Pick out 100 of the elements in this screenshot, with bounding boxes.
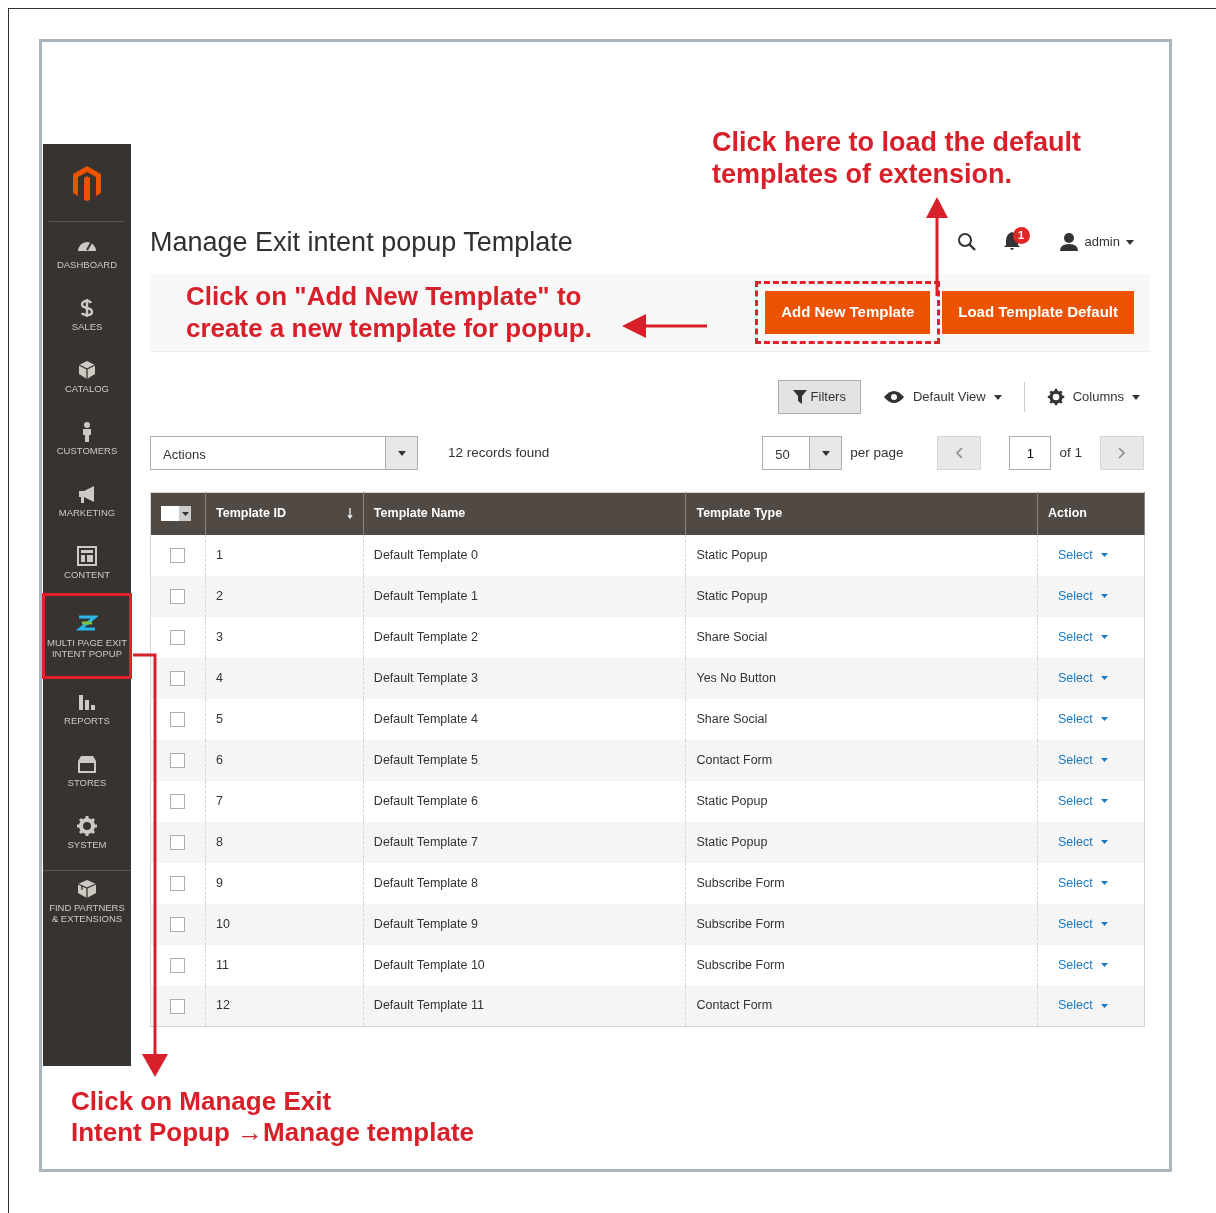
table-cell: Default Template 3 — [363, 657, 686, 699]
caret-icon — [181, 511, 189, 516]
sortable-column-header[interactable]: Template ID — [205, 492, 364, 535]
caret-icon — [1100, 717, 1108, 721]
table-cell: 5 — [205, 698, 364, 740]
row-checkbox[interactable] — [170, 875, 186, 891]
user-menu[interactable]: admin — [1058, 232, 1134, 252]
caret-icon — [1100, 840, 1108, 844]
row-checkbox[interactable] — [170, 629, 186, 645]
select-action-link[interactable]: Select — [1058, 627, 1108, 647]
row-checkbox[interactable] — [170, 752, 186, 768]
next-page-button[interactable] — [1100, 436, 1144, 470]
column-header[interactable]: Action — [1037, 492, 1145, 535]
table-cell: 8 — [205, 821, 364, 863]
sidebar-item[interactable]: STORES — [43, 740, 131, 802]
table-cell: Contact Form — [685, 985, 1038, 1027]
table-cell: Subscribe Form — [685, 862, 1038, 904]
table-cell: Default Template 6 — [363, 780, 686, 822]
table-cell: 11 — [205, 944, 364, 986]
action-button[interactable]: Add New Template — [765, 291, 931, 334]
column-title: Template ID — [216, 505, 286, 523]
chevron-left-icon — [955, 447, 964, 459]
table-cell: Subscribe Form — [685, 903, 1038, 945]
table-cell: 4 — [205, 657, 364, 699]
sidebar-item[interactable]: MULTI PAGE EXIT INTENT POPUP — [43, 594, 131, 678]
columns-dropdown[interactable]: Columns — [1046, 387, 1140, 407]
table-cell: Default Template 11 — [363, 985, 686, 1027]
page-input[interactable]: 1 — [1009, 436, 1052, 470]
filters-button[interactable]: Filters — [777, 380, 861, 414]
filter-icon — [792, 390, 807, 404]
sidebar-item[interactable]: SALES — [43, 284, 131, 346]
table-cell: Contact Form — [685, 739, 1038, 781]
column-header[interactable]: Template Type — [685, 492, 1038, 535]
caret-icon — [1100, 676, 1108, 680]
previous-page-button[interactable] — [937, 436, 982, 470]
sidebar-item[interactable]: MARKETING — [43, 470, 131, 532]
view-dropdown[interactable]: Default View — [882, 387, 1002, 407]
table-cell: Default Template 5 — [363, 739, 686, 781]
caret-icon — [1100, 799, 1108, 803]
table-cell: 1 — [205, 534, 364, 576]
annotation-text: Click on "Add New Template" to create a new template for popup. — [186, 281, 592, 344]
logo-icon — [72, 164, 102, 201]
row-checkbox[interactable] — [170, 957, 186, 973]
select-all-checkbox[interactable] — [150, 492, 206, 535]
sidebar-item[interactable]: FIND PARTNERS & EXTENSIONS — [43, 870, 131, 932]
sidebar-item[interactable]: SYSTEM — [43, 802, 131, 864]
chevron-right-icon — [1118, 447, 1126, 459]
table-cell: Share Social — [685, 616, 1038, 658]
select-action-link[interactable]: Select — [1058, 791, 1108, 811]
sidebar-item[interactable]: CONTENT — [43, 532, 131, 594]
select-action-link[interactable]: Select — [1058, 709, 1108, 729]
gear-icon — [76, 815, 98, 838]
per-page-dropdown[interactable]: 50 — [762, 436, 843, 470]
table-cell: Share Social — [685, 698, 1038, 740]
table-cell: Default Template 9 — [363, 903, 686, 945]
layout-icon — [76, 545, 98, 568]
box-icon — [76, 878, 98, 901]
sort-arrow-icon — [346, 508, 353, 520]
caret-icon — [1132, 394, 1140, 400]
table-cell: 10 — [205, 903, 364, 945]
cube-icon — [76, 359, 98, 382]
table-cell: Subscribe Form — [685, 944, 1038, 986]
caret-icon — [1100, 594, 1108, 598]
select-action-link[interactable]: Select — [1058, 955, 1108, 975]
row-checkbox[interactable] — [170, 916, 186, 932]
row-checkbox[interactable] — [170, 711, 186, 727]
sidebar-item[interactable]: CUSTOMERS — [43, 408, 131, 470]
table-cell: Default Template 4 — [363, 698, 686, 740]
column-header[interactable]: Template Name — [363, 492, 686, 535]
row-checkbox[interactable] — [170, 793, 186, 809]
table-cell: Default Template 10 — [363, 944, 686, 986]
records-count: 12 records found — [448, 443, 550, 462]
caret-icon — [1100, 963, 1108, 967]
page-count: of 1 — [1059, 443, 1082, 462]
select-action-link[interactable]: Select — [1058, 545, 1108, 565]
action-button[interactable]: Load Template Default — [942, 291, 1134, 334]
search-button[interactable] — [956, 232, 977, 252]
caret-icon — [1100, 758, 1108, 762]
sidebar-item[interactable]: DASHBOARD — [43, 222, 131, 284]
sidebar-item[interactable]: CATALOG — [43, 346, 131, 408]
row-checkbox[interactable] — [170, 588, 186, 604]
caret-icon — [1100, 635, 1108, 639]
actions-dropdown[interactable]: Actions — [150, 436, 418, 470]
eye-icon — [882, 390, 905, 404]
caret-icon — [821, 450, 830, 456]
table-cell: Static Popup — [685, 821, 1038, 863]
row-checkbox[interactable] — [170, 670, 186, 686]
select-action-link[interactable]: Select — [1058, 873, 1108, 893]
caret-icon — [993, 394, 1002, 400]
sidebar-item[interactable]: REPORTS — [43, 678, 131, 740]
row-checkbox[interactable] — [170, 547, 186, 563]
gear-icon — [1046, 388, 1065, 406]
table-cell: 7 — [205, 780, 364, 822]
store-icon — [76, 753, 98, 776]
caret-icon — [1100, 881, 1108, 885]
table-cell: Static Popup — [685, 575, 1038, 617]
page-title: Manage Exit intent popup Template — [150, 225, 573, 259]
table-cell: 9 — [205, 862, 364, 904]
row-checkbox[interactable] — [170, 834, 186, 850]
row-checkbox[interactable] — [170, 998, 186, 1014]
